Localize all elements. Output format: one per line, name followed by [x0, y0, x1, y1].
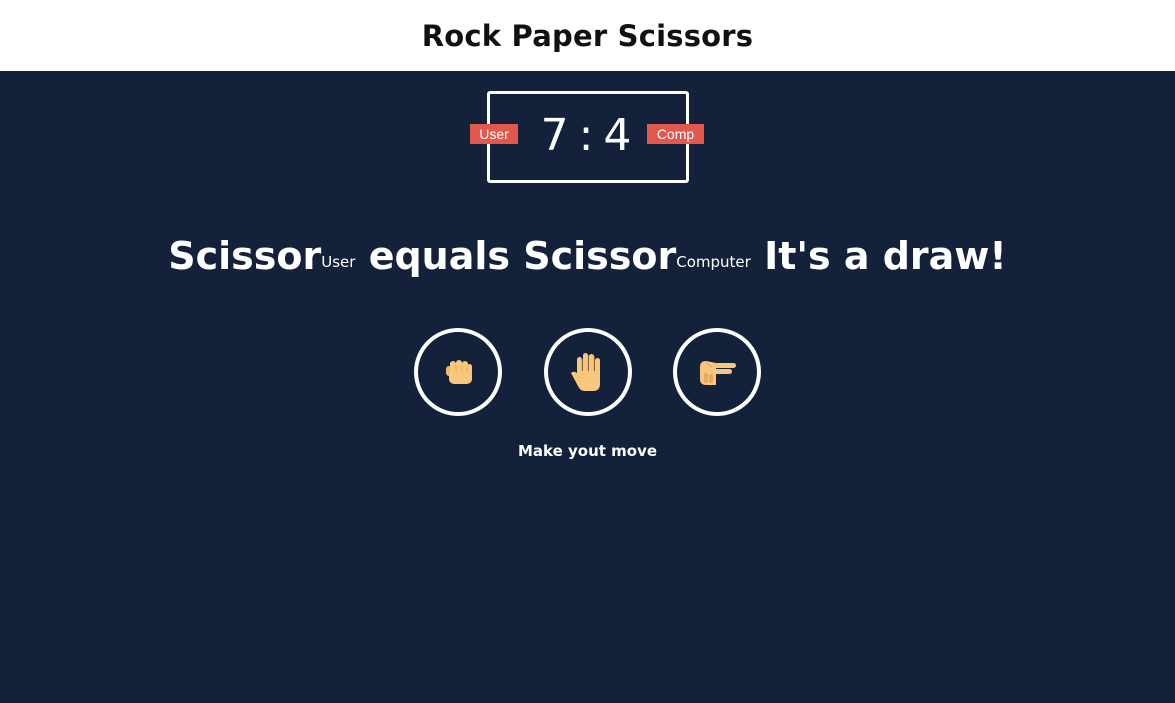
- score-separator: :: [578, 109, 598, 161]
- fist-hand-icon: [446, 360, 472, 384]
- choice-buttons: [414, 328, 761, 416]
- open-hand-icon: [571, 353, 600, 391]
- comp-choice-text: Scissor: [523, 234, 677, 278]
- comp-score: 4: [603, 109, 636, 161]
- paper-button[interactable]: [544, 328, 632, 416]
- move-prompt: Make yout move: [517, 442, 658, 460]
- comp-badge: Comp: [647, 124, 704, 144]
- scissors-hand-icon: [700, 361, 736, 385]
- scissors-button[interactable]: [673, 328, 761, 416]
- user-badge: User: [470, 124, 518, 144]
- score-display: 7 : 4: [541, 110, 636, 161]
- user-choice-text: Scissor: [168, 234, 322, 278]
- user-tag: User: [321, 253, 356, 271]
- user-score: 7: [540, 109, 573, 161]
- rock-button[interactable]: [414, 328, 502, 416]
- app-header: Rock Paper Scissors: [0, 0, 1175, 71]
- result-message: ScissorUser equals ScissorComputer It's …: [0, 232, 1175, 280]
- app-title: Rock Paper Scissors: [421, 18, 754, 53]
- result-verb: equals: [368, 234, 510, 278]
- result-outcome: It's a draw!: [764, 234, 1007, 278]
- comp-tag: Computer: [676, 253, 751, 271]
